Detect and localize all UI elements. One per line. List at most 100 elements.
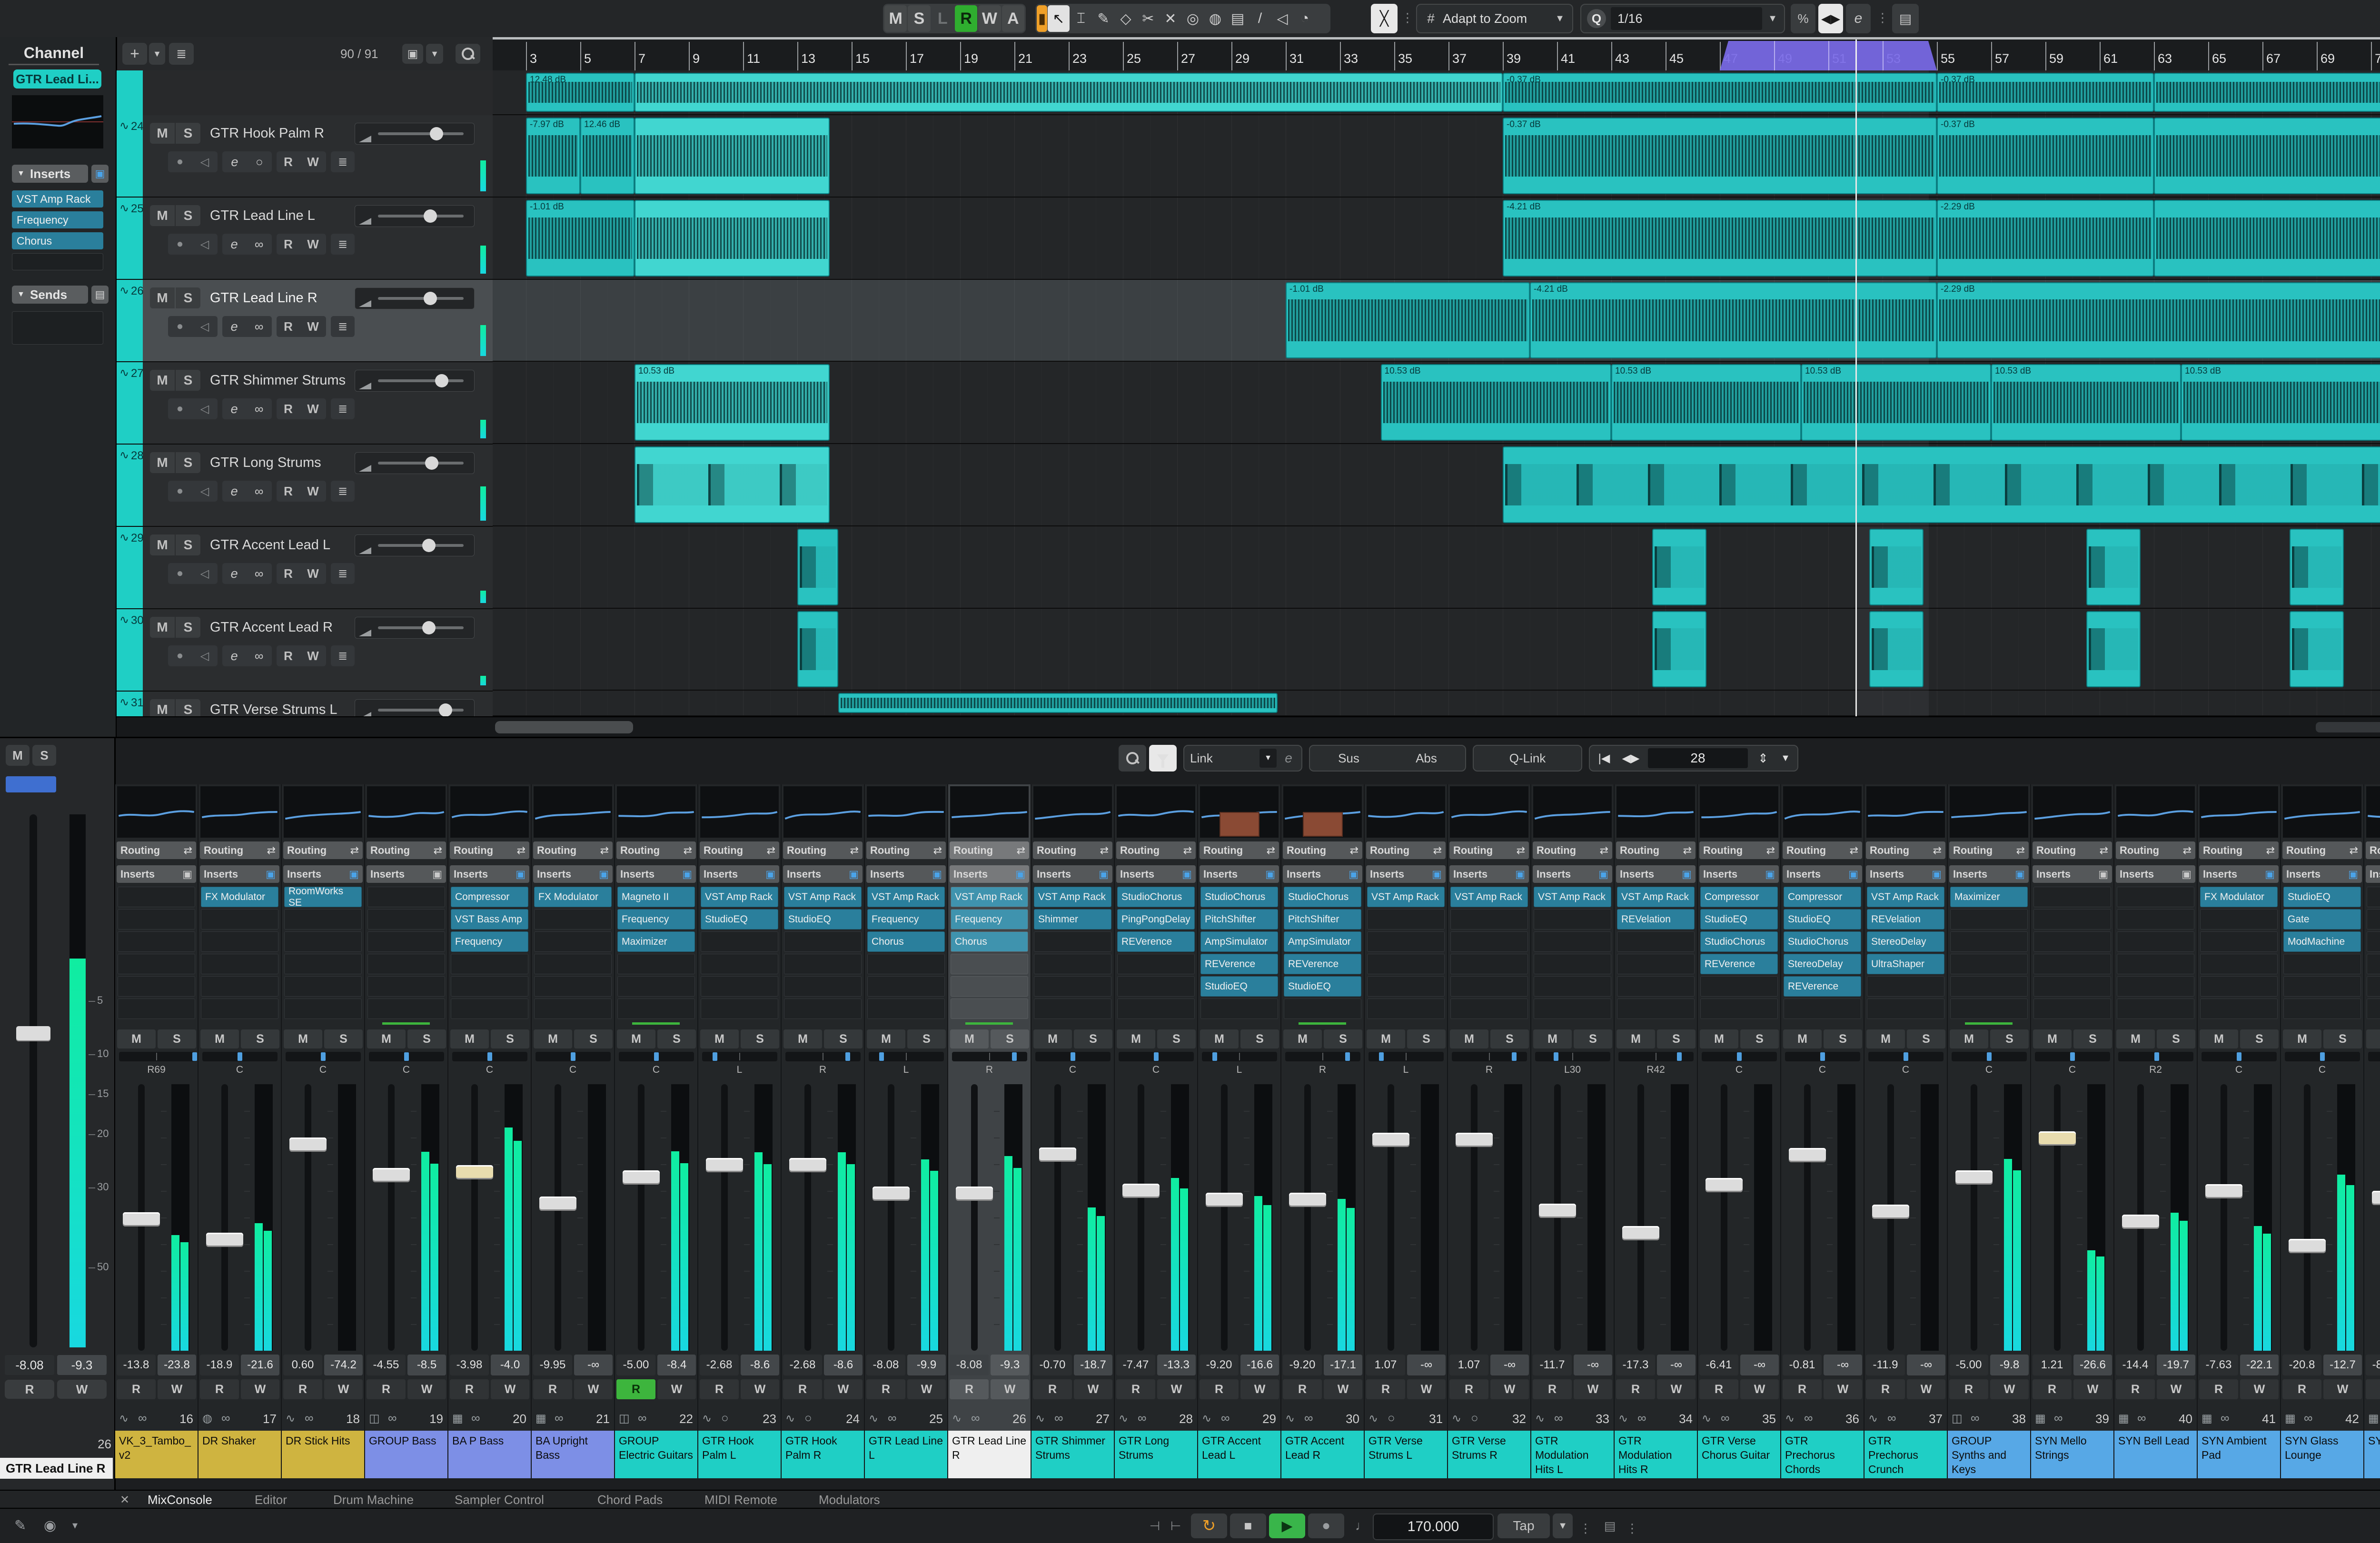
channel-eq-thumbnail[interactable] — [2116, 786, 2195, 838]
peak-value[interactable]: -8.4 — [657, 1355, 696, 1375]
channel-mute-button[interactable]: M — [617, 1029, 655, 1048]
read-automation-button[interactable]: R — [2116, 1379, 2155, 1399]
channel-name[interactable]: SYN Ambient Pad — [2198, 1431, 2280, 1478]
insert-slot[interactable] — [451, 954, 528, 974]
insert-slot[interactable] — [1617, 954, 1695, 974]
mixer-channel-strip[interactable]: Routing⇄Inserts▣VST Amp RackREVelationSt… — [1864, 784, 1948, 1478]
volume-slider-handle[interactable] — [425, 456, 438, 470]
insert-plugin[interactable]: FX Modulator — [201, 887, 278, 907]
insert-slot[interactable] — [1534, 976, 1611, 997]
fader-cap[interactable] — [1372, 1133, 1409, 1147]
peak-value[interactable]: -∞ — [574, 1355, 613, 1375]
audio-event[interactable] — [2154, 200, 2380, 277]
routing-swap-icon[interactable]: ⇄ — [2266, 844, 2275, 857]
read-automation-button[interactable]: R — [1783, 1379, 1822, 1399]
channel-name[interactable]: GTR Lead Line L — [865, 1431, 947, 1478]
horizontal-scrollbar[interactable] — [117, 716, 2380, 738]
insert-slot[interactable] — [1450, 931, 1528, 952]
mute-button[interactable]: M — [150, 452, 175, 473]
insert-slot[interactable] — [2367, 887, 2380, 907]
fader-cap[interactable] — [1289, 1193, 1326, 1207]
audio-event[interactable] — [838, 693, 1278, 713]
mute-button[interactable]: M — [150, 123, 175, 144]
channel-strip-icon[interactable]: ≣ — [331, 151, 355, 172]
insert-slot[interactable] — [201, 976, 278, 997]
inserts-rack-header[interactable]: Inserts▣ — [533, 865, 613, 883]
channel-solo-button[interactable]: S — [1824, 1029, 1862, 1048]
read-automation-button[interactable]: R — [284, 484, 293, 499]
insert-slot[interactable] — [2283, 999, 2361, 1019]
pan-marker[interactable] — [1554, 1052, 1558, 1061]
mute-button[interactable]: M — [150, 699, 175, 716]
insert-slot[interactable] — [284, 909, 362, 930]
pan-marker[interactable] — [487, 1052, 492, 1061]
routing-rack-header[interactable]: Routing⇄ — [2033, 841, 2112, 859]
insert-plugin[interactable]: RoomWorks SE — [284, 887, 362, 907]
insert-slot[interactable] — [2367, 999, 2380, 1019]
read-automation-button[interactable]: R — [284, 566, 293, 581]
insert-slot[interactable] — [1700, 999, 1778, 1019]
record-enable-icon[interactable]: ● — [177, 485, 184, 498]
fader-track[interactable] — [1221, 1084, 1228, 1351]
write-automation-button[interactable]: W — [1574, 1379, 1612, 1399]
solo-button[interactable]: S — [176, 123, 200, 144]
write-automation-button[interactable]: W — [1157, 1379, 1196, 1399]
channel-name[interactable]: GTR Prechorus Crunch — [1864, 1431, 1947, 1478]
channel-mute-button[interactable]: M — [1866, 1029, 1905, 1048]
insert-slot[interactable] — [118, 909, 195, 930]
channel-mute-button[interactable]: M — [1616, 1029, 1655, 1048]
monitor-icon[interactable]: ◁ — [200, 485, 209, 498]
mixer-channel-strip[interactable]: Routing⇄Inserts▣VST Amp RackStudioEQMSR-… — [782, 784, 865, 1478]
insert-plugin[interactable]: UltraShaper — [1867, 954, 1944, 974]
audio-alignment-button[interactable]: ▤ — [1892, 4, 1919, 33]
routing-rack-header[interactable]: Routing⇄ — [2282, 841, 2362, 859]
track-volume-slider[interactable] — [355, 205, 475, 227]
insert-plugin[interactable]: StudioChorus — [1784, 931, 1861, 952]
insert-slot[interactable] — [284, 931, 362, 952]
inserts-bypass-icon[interactable]: ▣ — [349, 868, 359, 880]
audio-event[interactable]: -4.21 dB — [1503, 200, 1937, 277]
channel-eq-thumbnail[interactable] — [617, 786, 695, 838]
inserts-rack-header[interactable]: Inserts▣ — [2366, 865, 2380, 883]
channel-name[interactable]: GTR Modulation Hits L — [1531, 1431, 1614, 1478]
mixer-channel-strip[interactable]: Routing⇄Inserts▣MaximizerMSC-5.00-9.8RW◫… — [1948, 784, 2031, 1478]
monitor-icon[interactable]: ◁ — [200, 567, 209, 581]
pan-marker[interactable] — [1820, 1052, 1825, 1061]
grid-type-select[interactable]: #Adapt to Zoom▼ — [1416, 4, 1573, 33]
insert-slot[interactable] — [1534, 909, 1611, 930]
audio-event[interactable] — [1869, 611, 1924, 687]
comp-tool-icon[interactable]: ▤ — [1227, 5, 1249, 32]
monitor-icon[interactable]: ◁ — [200, 237, 209, 251]
insert-plugin[interactable]: PingPongDelay — [1117, 909, 1195, 930]
fader-track[interactable] — [1138, 1084, 1144, 1351]
sus-abs-group[interactable]: SusAbs — [1309, 745, 1466, 772]
pan-marker[interactable] — [879, 1052, 884, 1061]
inserts-rack-header[interactable]: Inserts▣ — [450, 865, 529, 883]
insert-plugin[interactable]: VST Amp Rack — [951, 887, 1028, 907]
pan-control[interactable] — [702, 1052, 777, 1061]
routing-swap-icon[interactable]: ⇄ — [350, 844, 359, 857]
fader-cap[interactable] — [289, 1137, 327, 1152]
inserts-rack-header[interactable]: Inserts▣ — [1699, 865, 1779, 883]
fader-value[interactable]: -7.47 — [1116, 1355, 1155, 1375]
insert-slot[interactable] — [1534, 931, 1611, 952]
inserts-bypass-icon[interactable]: ▣ — [516, 868, 526, 880]
punch-in-icon[interactable]: ⊣ — [1145, 1515, 1164, 1536]
range-selection-tool-icon[interactable]: ⌶ — [1070, 5, 1092, 32]
insert-slot[interactable] — [1534, 954, 1611, 974]
channel-eq-thumbnail[interactable] — [1616, 786, 1695, 838]
mixer-channel-strip[interactable]: Routing⇄Inserts▣StudioChorusPitchShifter… — [1281, 784, 1365, 1478]
channel-name[interactable]: DR Shaker — [198, 1431, 281, 1478]
write-automation-button[interactable]: W — [491, 1379, 529, 1399]
pan-marker[interactable] — [1677, 1052, 1682, 1061]
routing-rack-header[interactable]: Routing⇄ — [783, 841, 863, 859]
channel-mute-button[interactable]: M — [867, 1029, 905, 1048]
pan-marker[interactable] — [1512, 1052, 1517, 1061]
record-button[interactable]: ● — [1308, 1513, 1344, 1538]
insert-slot[interactable] — [1950, 954, 2028, 974]
insert-plugin[interactable]: VST Amp Rack — [1617, 887, 1695, 907]
audio-event[interactable]: -0.37 dB — [1503, 118, 1937, 194]
insert-slot[interactable] — [1034, 954, 1111, 974]
insert-slot[interactable] — [1700, 976, 1778, 997]
channel-solo-button[interactable]: S — [1074, 1029, 1112, 1048]
